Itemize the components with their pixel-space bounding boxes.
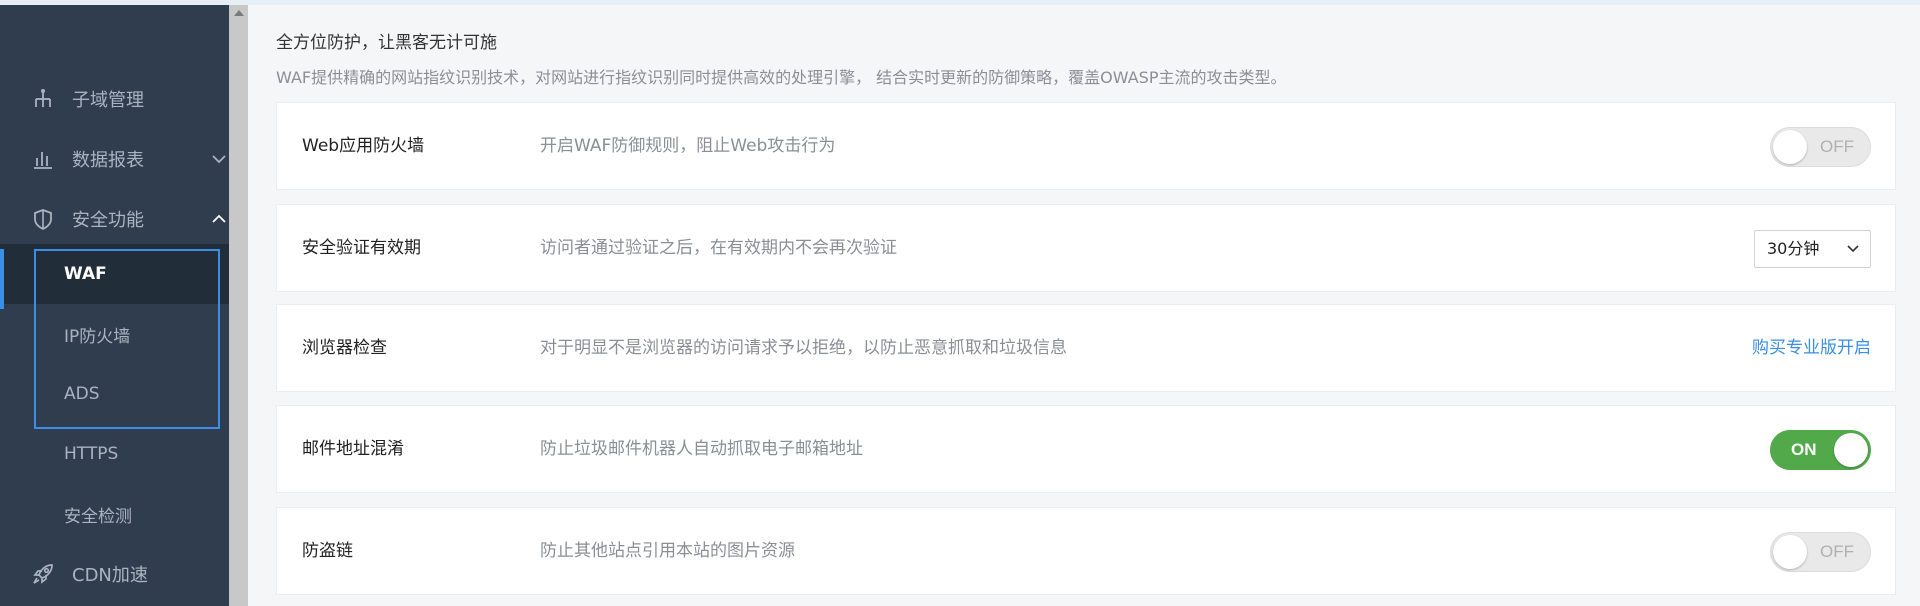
- scrollbar[interactable]: [229, 5, 248, 606]
- chevron-up-icon: [212, 214, 226, 223]
- email-obfuscation-toggle[interactable]: ON: [1770, 430, 1871, 470]
- select-value: 30分钟: [1767, 239, 1820, 258]
- card-description: 防止其他站点引用本站的图片资源: [540, 541, 795, 561]
- toggle-knob: [1773, 535, 1807, 569]
- waf-toggle[interactable]: OFF: [1770, 127, 1871, 167]
- active-indicator: [0, 249, 4, 309]
- shield-icon: [32, 208, 54, 231]
- sidebar-item-label: CDN加速: [72, 565, 148, 586]
- sidebar-item-label: 安全功能: [72, 210, 144, 231]
- toggle-state: ON: [1791, 440, 1817, 459]
- toggle-knob: [1773, 130, 1807, 164]
- toggle-state: OFF: [1820, 542, 1854, 561]
- sidebar-subitem-security-scan[interactable]: 安全检测: [0, 484, 229, 544]
- sidebar-subitem-label: HTTPS: [64, 444, 119, 464]
- card-description: 访问者通过验证之后，在有效期内不会再次验证: [540, 238, 897, 258]
- verification-period-select[interactable]: 30分钟: [1754, 230, 1871, 268]
- card-browser-check: 浏览器检查 对于明显不是浏览器的访问请求予以拒绝，以防止恶意抓取和垃圾信息 购买…: [276, 304, 1896, 392]
- sidebar-subitem-ip-firewall[interactable]: IP防火墙: [0, 304, 229, 364]
- sidebar-subitem-label: 安全检测: [64, 506, 132, 527]
- rocket-icon: [32, 563, 54, 585]
- sidebar-item-label: 数据报表: [72, 150, 144, 171]
- card-email-obfuscation: 邮件地址混淆 防止垃圾邮件机器人自动抓取电子邮箱地址 ON: [276, 405, 1896, 493]
- sidebar-subitem-label: IP防火墙: [64, 326, 131, 347]
- card-web-firewall: Web应用防火墙 开启WAF防御规则，阻止Web攻击行为 OFF: [276, 102, 1896, 190]
- chevron-down-icon: [1847, 245, 1859, 253]
- card-verification-period: 安全验证有效期 访问者通过验证之后，在有效期内不会再次验证 30分钟: [276, 204, 1896, 292]
- card-description: 防止垃圾邮件机器人自动抓取电子邮箱地址: [540, 439, 863, 459]
- sidebar-item-reports[interactable]: 数据报表: [0, 129, 229, 189]
- sidebar-item-subdomain[interactable]: 子域管理: [0, 69, 229, 129]
- sidebar-subitem-https[interactable]: HTTPS: [0, 424, 229, 484]
- chevron-down-icon: [212, 155, 226, 164]
- page-description: WAF提供精确的网站指纹识别技术，对网站进行指纹识别同时提供高效的处理引擎， 结…: [276, 68, 1287, 87]
- card-hotlink-protection: 防盗链 防止其他站点引用本站的图片资源 OFF: [276, 507, 1896, 595]
- card-title: 安全验证有效期: [302, 238, 421, 258]
- card-title: 邮件地址混淆: [302, 439, 404, 459]
- toggle-knob: [1834, 433, 1868, 467]
- sidebar-item-security[interactable]: 安全功能: [0, 189, 229, 249]
- sidebar-item-label: 子域管理: [72, 90, 144, 111]
- card-title: 浏览器检查: [302, 338, 387, 358]
- card-description: 对于明显不是浏览器的访问请求予以拒绝，以防止恶意抓取和垃圾信息: [540, 338, 1067, 358]
- upgrade-pro-link[interactable]: 购买专业版开启: [1752, 305, 1871, 391]
- sidebar-subitem-ads[interactable]: ADS: [0, 364, 229, 424]
- card-title: Web应用防火墙: [302, 136, 425, 156]
- sidebar-subitem-label: WAF: [64, 264, 107, 284]
- sitemap-icon: [32, 88, 54, 110]
- bar-chart-icon: [32, 148, 54, 170]
- sidebar-item-cdn[interactable]: CDN加速: [0, 544, 229, 604]
- sidebar-subitem-waf[interactable]: WAF: [0, 244, 229, 304]
- toggle-state: OFF: [1820, 137, 1854, 156]
- scroll-up-arrow-icon[interactable]: [234, 10, 244, 16]
- card-title: 防盗链: [302, 541, 353, 561]
- sidebar: 子域管理 数据报表 安全功能 WAF IP防火墙 ADS HTTPS 安全检测 …: [0, 5, 229, 606]
- page-headline: 全方位防护，让黑客无计可施: [276, 33, 497, 53]
- hotlink-toggle[interactable]: OFF: [1770, 532, 1871, 572]
- sidebar-subitem-label: ADS: [64, 384, 100, 404]
- card-description: 开启WAF防御规则，阻止Web攻击行为: [540, 136, 836, 156]
